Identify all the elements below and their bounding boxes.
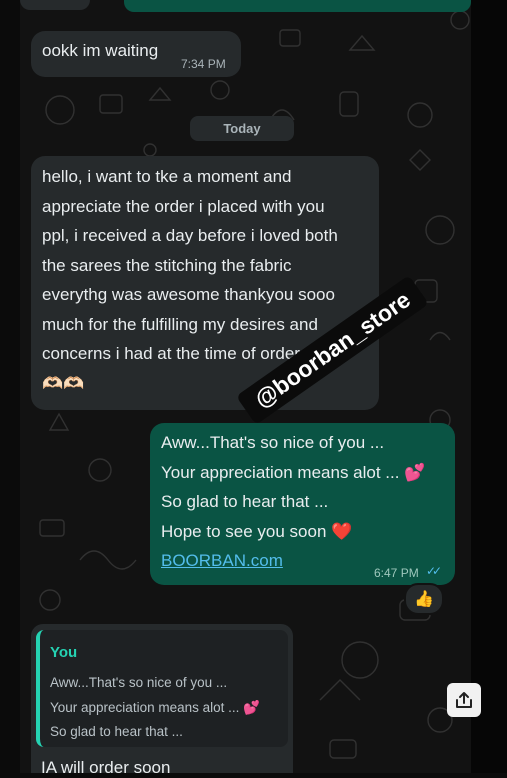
message-time: 7:34 PM (181, 57, 226, 71)
boorban-link[interactable]: BOORBAN.com (161, 551, 283, 570)
share-icon (456, 692, 472, 708)
read-ticks-icon: ✓✓ (426, 564, 442, 578)
two-hearts-emoji: 💕 (404, 462, 426, 482)
message-reply[interactable]: Aww...That's so nice of you ... Your app… (150, 423, 455, 585)
reply-line-2: Your appreciation means alot ... 💕 (161, 462, 426, 482)
message-quoted-reply[interactable]: You Aww...That's so nice of you ... Your… (31, 624, 293, 777)
reply-message-text: IA will order soon (41, 758, 171, 777)
reply-line-4: Hope to see you soon ❤️ (161, 521, 353, 541)
previous-incoming-bubble (20, 0, 90, 10)
two-hearts-emoji: 💕 (243, 699, 260, 715)
message-text: ookk im waiting (42, 41, 159, 60)
message-time: 6:47 PM (374, 566, 419, 580)
previous-outgoing-bubble (124, 0, 471, 12)
quoted-message[interactable]: You Aww...That's so nice of you ... Your… (36, 630, 288, 747)
reply-line-3: So glad to hear that ... (161, 492, 329, 511)
quote-author: You (50, 644, 78, 661)
heart-emoji: ❤️ (331, 521, 353, 541)
quote-line-2: Your appreciation means alot ... 💕 (50, 699, 260, 715)
message-waiting[interactable]: ookk im waiting 7:34 PM (31, 31, 241, 77)
quote-line-3: So glad to hear that ... (50, 724, 183, 739)
share-button[interactable] (447, 683, 481, 717)
reply-line-1: Aww...That's so nice of you ... (161, 433, 385, 452)
right-margin (471, 0, 507, 773)
date-divider: Today (190, 116, 294, 141)
message-text: hello, i want to tke a moment and apprec… (42, 167, 338, 363)
quote-line-1: Aww...That's so nice of you ... (50, 675, 228, 690)
thumbs-up-reaction[interactable]: 👍 (404, 583, 444, 615)
